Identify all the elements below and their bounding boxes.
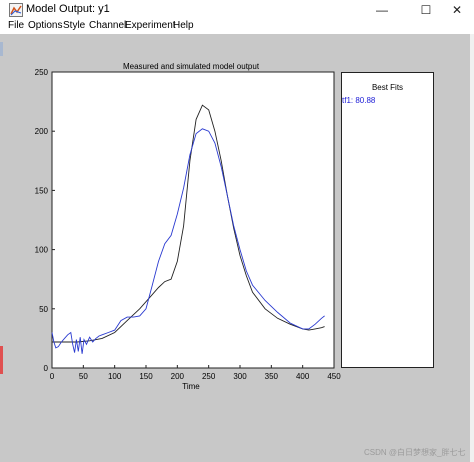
menu-channel[interactable]: Channel [89, 20, 126, 31]
window-edge [470, 34, 474, 462]
menu-file[interactable]: File [8, 20, 24, 31]
maximize-button[interactable]: ☐ [409, 0, 443, 20]
matlab-app-icon [9, 3, 23, 17]
watermark: CSDN @白日梦想家_胖七七 [364, 448, 466, 457]
menu-experiment[interactable]: Experiment [125, 20, 176, 31]
y-tick-label: 100 [35, 246, 49, 255]
best-fits-panel: Best Fits tf1: 80.88 [341, 72, 434, 368]
title-bar: Model Output: y1 — ☐ ✕ [0, 0, 474, 20]
y-tick-label: 50 [39, 305, 48, 314]
y-tick-label: 250 [35, 68, 49, 77]
menu-help[interactable]: Help [173, 20, 194, 31]
x-tick-label: 150 [139, 372, 153, 381]
best-fits-entry-tf1[interactable]: tf1: 80.88 [342, 96, 375, 105]
best-fits-title: Best Fits [371, 83, 404, 92]
close-button[interactable]: ✕ [440, 0, 474, 20]
x-tick-label: 100 [108, 372, 122, 381]
chart-title: Measured and simulated model output [123, 62, 260, 71]
x-tick-label: 300 [233, 372, 247, 381]
x-tick-label: 450 [327, 372, 341, 381]
menu-style[interactable]: Style [63, 20, 85, 31]
x-tick-label: 50 [79, 372, 88, 381]
menu-options[interactable]: Options [28, 20, 62, 31]
x-tick-label: 400 [296, 372, 310, 381]
minimize-button[interactable]: — [365, 0, 399, 20]
x-tick-label: 200 [171, 372, 185, 381]
y-tick-label: 150 [35, 186, 49, 195]
x-tick-label: 0 [50, 372, 55, 381]
x-tick-label: 350 [265, 372, 279, 381]
y-tick-label: 0 [44, 364, 49, 373]
window-title: Model Output: y1 [26, 3, 110, 15]
y-tick-label: 200 [35, 127, 49, 136]
menu-bar: File Options Style Channel Experiment He… [0, 18, 474, 34]
x-tick-label: 250 [202, 372, 216, 381]
x-axis-label: Time [182, 382, 200, 391]
